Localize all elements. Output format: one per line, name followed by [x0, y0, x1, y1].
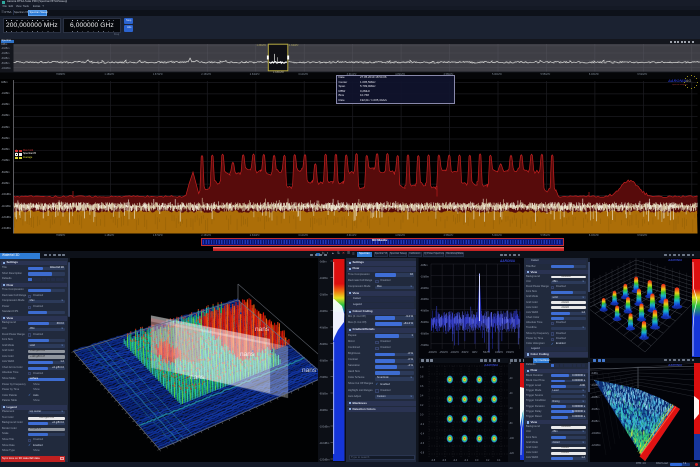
svg-text:nans: nans	[255, 326, 270, 333]
svg-text:-60dBm: -60dBm	[319, 358, 328, 362]
svg-text:-100dBm: -100dBm	[319, 424, 330, 428]
svg-text:-90dBm: -90dBm	[319, 408, 328, 412]
svg-text:-110dBm: -110dBm	[319, 441, 329, 445]
svg-text:-100: -100	[509, 437, 514, 440]
svg-text:-200kHz: -200kHz	[428, 351, 438, 354]
svg-text:-70dBm: -70dBm	[420, 342, 429, 346]
svg-text:-120dBm: -120dBm	[319, 457, 330, 461]
svg-text:-20dBm: -20dBm	[319, 292, 328, 296]
svg-text:-20dBm: -20dBm	[591, 384, 599, 387]
svg-text:nans: nans	[190, 374, 205, 381]
svg-text:-0.4: -0.4	[420, 433, 425, 436]
svg-text:-50dBm: -50dBm	[420, 320, 429, 324]
svg-text:150kHz: 150kHz	[506, 351, 515, 354]
svg-text:100kHz: 100kHz	[495, 351, 504, 354]
svg-text:nans: nans	[302, 367, 317, 374]
svg-text:-50kHz: -50kHz	[461, 351, 469, 354]
svg-text:-10dBm: -10dBm	[319, 276, 328, 280]
svg-text:-100kHz: -100kHz	[450, 351, 460, 354]
svg-text:-30dBm: -30dBm	[420, 297, 429, 301]
svg-text:-40dBm: -40dBm	[591, 396, 599, 399]
svg-text:-50dBm: -50dBm	[319, 342, 328, 346]
svg-text:-60dBm: -60dBm	[420, 331, 429, 335]
svg-text:-0dBm: -0dBm	[319, 259, 327, 263]
svg-text:-100dBm: -100dBm	[591, 432, 601, 435]
svg-text:nans: nans	[240, 351, 255, 358]
svg-text:-120: -120	[509, 452, 514, 455]
svg-text:-0dBm: -0dBm	[420, 263, 428, 267]
svg-text:-80dBm: -80dBm	[319, 391, 328, 395]
svg-text:-30dBm: -30dBm	[319, 309, 328, 313]
svg-text:-40dBm: -40dBm	[420, 308, 429, 312]
svg-text:-40dBm: -40dBm	[319, 325, 328, 329]
svg-text:-0.6: -0.6	[420, 442, 425, 445]
svg-text:-0.2: -0.2	[420, 423, 425, 426]
svg-text:-120dBm: -120dBm	[591, 444, 601, 447]
svg-text:-60dBm: -60dBm	[591, 408, 599, 411]
svg-text:0kHz: 0kHz	[472, 351, 478, 354]
svg-text:-0.8: -0.8	[420, 452, 425, 455]
svg-text:-150kHz: -150kHz	[439, 351, 449, 354]
svg-text:-10dBm: -10dBm	[420, 274, 429, 278]
svg-text:-80dBm: -80dBm	[591, 420, 599, 423]
svg-text:-70dBm: -70dBm	[319, 375, 328, 379]
svg-text:-0dBm: -0dBm	[591, 372, 598, 375]
svg-text:-20dBm: -20dBm	[420, 285, 429, 289]
svg-text:50kHz: 50kHz	[483, 351, 491, 354]
